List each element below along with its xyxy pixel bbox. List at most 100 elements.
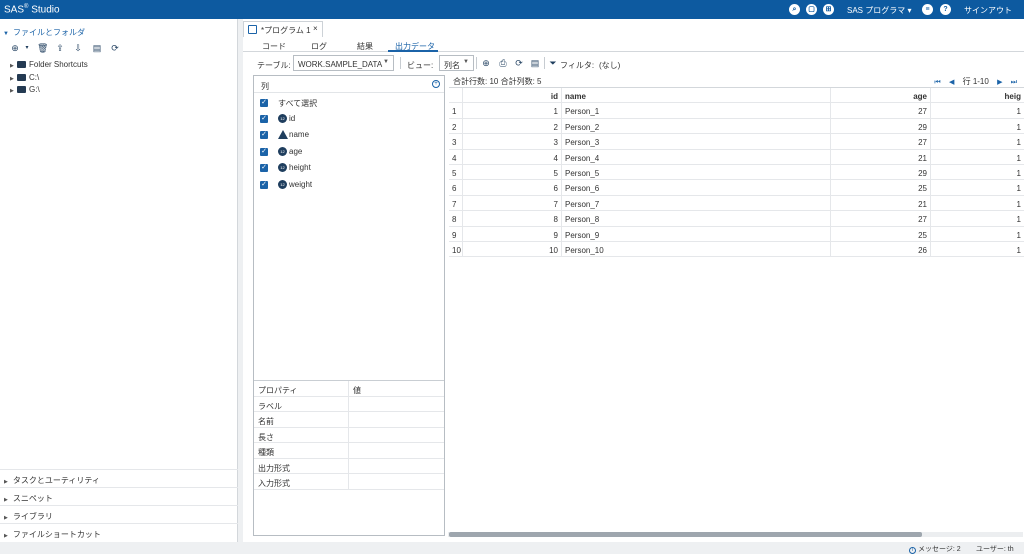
cell-id: 10 <box>463 241 562 257</box>
row-number: 1 <box>449 103 463 118</box>
checkbox-icon[interactable]: ✓ <box>260 181 268 189</box>
header-height[interactable]: heig <box>931 88 1024 102</box>
row-number: 10 <box>449 241 463 257</box>
filter-label: フィルタ: <box>560 61 595 70</box>
cell-id: 8 <box>463 211 562 226</box>
cell-id: 6 <box>463 180 562 195</box>
table-row[interactable]: 9 9 Person_9 25 1 <box>449 226 1024 242</box>
cell-age: 21 <box>831 195 931 211</box>
next-page-icon[interactable]: ▶ <box>997 78 1002 86</box>
active-tab-indicator <box>388 50 438 52</box>
checkbox-icon[interactable]: ✓ <box>260 148 268 156</box>
search-icon[interactable]: ⌕ <box>789 4 800 15</box>
header-age[interactable]: age <box>831 88 931 103</box>
cell-age: 27 <box>831 211 931 226</box>
table-row[interactable]: 2 2 Person_2 29 1 <box>449 118 1024 135</box>
close-icon[interactable]: × <box>313 24 318 33</box>
print-icon[interactable]: ⎙ <box>498 58 508 68</box>
cell-name: Person_6 <box>562 180 831 195</box>
grid-icon[interactable]: ▤ <box>530 58 540 68</box>
table-row[interactable]: 8 8 Person_8 27 1 <box>449 211 1024 227</box>
data-toolbar: テーブル: WORK.SAMPLE_DATA ▼ ビュー: 列名 ▼ ⊕ ⎙ ⟳ ▤… <box>243 55 1024 71</box>
download-icon[interactable]: ⇩ <box>73 43 83 53</box>
section-file-shortcuts[interactable]: ▶ ファイルショートカット <box>0 523 238 541</box>
section-tasks[interactable]: ▶ タスクとユーティリティ <box>0 469 238 487</box>
help-icon[interactable]: ? <box>940 4 951 15</box>
files-folders-section[interactable]: ▼ ファイルとフォルダ <box>3 27 85 38</box>
tab-log[interactable]: ログ <box>311 41 327 52</box>
property-row: 長さ <box>254 427 444 443</box>
cell-height: 1 <box>1016 107 1021 117</box>
tab-program-1[interactable]: *プログラム 1 × <box>243 21 323 37</box>
refresh-icon[interactable]: ⟳ <box>110 43 120 53</box>
tab-results[interactable]: 結果 <box>357 41 373 52</box>
new-window-icon[interactable]: ▢ <box>806 4 817 15</box>
section-libraries[interactable]: ▶ ライブラリ <box>0 505 238 523</box>
cell-height: 1 <box>1016 184 1021 194</box>
cell-height: 1 <box>1016 230 1021 240</box>
cell-name: Person_10 <box>562 241 831 257</box>
prev-page-icon[interactable]: ◀ <box>949 78 954 86</box>
tab-code[interactable]: コード <box>262 41 286 52</box>
section-snippets[interactable]: ▶ スニペット <box>0 487 238 505</box>
list-menu-icon[interactable]: ≡ <box>922 4 933 15</box>
tree-item-c-drive[interactable]: ▶ C:\ <box>10 73 39 82</box>
drive-icon <box>17 86 26 93</box>
columns-panel: 列 + ✓ すべて選択 ✓ 12 id ✓ name ✓ 12 age ✓ 12 height … <box>253 75 445 536</box>
upload-icon[interactable]: ⇪ <box>55 43 65 53</box>
checkbox-icon[interactable]: ✓ <box>260 99 268 107</box>
view-label: ビュー: <box>407 61 434 70</box>
tree-item-g-drive[interactable]: ▶ G:\ <box>10 85 40 94</box>
last-page-icon[interactable]: ⏭ <box>1011 79 1017 87</box>
character-type-icon <box>278 130 288 139</box>
property-row: 名前 <box>254 412 444 428</box>
table-row[interactable]: 6 6 Person_6 25 1 <box>449 180 1024 196</box>
drive-icon <box>17 74 26 81</box>
new-item-icon[interactable]: ⊕ <box>10 43 20 53</box>
checkbox-icon[interactable]: ✓ <box>260 131 268 139</box>
property-row: 出力形式 <box>254 458 444 474</box>
header-name[interactable]: name <box>562 88 831 103</box>
signout-link[interactable]: サインアウト <box>964 5 1012 16</box>
table-row[interactable]: 7 7 Person_7 21 1 <box>449 195 1024 212</box>
cell-age: 26 <box>831 241 931 257</box>
table-row[interactable]: 4 4 Person_4 21 1 <box>449 149 1024 165</box>
properties-icon[interactable]: ▤ <box>92 43 102 53</box>
header-id[interactable]: id <box>463 88 562 103</box>
numeric-type-icon: 12 <box>278 147 287 156</box>
view-select[interactable]: 列名 ▼ <box>439 55 474 71</box>
filter-icon[interactable]: ⏷ <box>548 58 558 68</box>
cell-name: Person_2 <box>562 118 831 134</box>
table-row[interactable]: 5 5 Person_5 29 1 <box>449 164 1024 181</box>
scrollbar-thumb[interactable] <box>449 532 922 537</box>
add-icon[interactable]: + <box>432 80 440 88</box>
tree-item-folder-shortcuts[interactable]: ▶ Folder Shortcuts <box>10 60 88 69</box>
dropdown-icon[interactable]: ▾ <box>22 43 32 53</box>
horizontal-scrollbar[interactable] <box>448 532 1023 537</box>
delete-icon[interactable]: 🗑 <box>37 43 48 53</box>
apps-grid-icon[interactable]: ⊞ <box>823 4 834 15</box>
row-range: 行 1-10 <box>962 77 989 86</box>
cell-age: 25 <box>831 226 931 241</box>
table-row[interactable]: 1 1 Person_1 27 1 <box>449 103 1024 119</box>
add-column-icon[interactable]: ⊕ <box>481 58 491 68</box>
property-row: ラベル <box>254 396 444 412</box>
filter-value: (なし) <box>599 61 621 70</box>
table-row[interactable]: 3 3 Person_3 27 1 <box>449 134 1024 150</box>
property-row: 種類 <box>254 443 444 459</box>
checkbox-icon[interactable]: ✓ <box>260 164 268 172</box>
cell-height: 1 <box>1016 153 1021 163</box>
row-number: 7 <box>449 195 463 211</box>
row-column-count: 合計行数: 10 合計列数: 5 <box>453 77 542 86</box>
subtabs: コード ログ 結果 出力データ <box>243 38 1024 52</box>
table-row[interactable]: 10 10 Person_10 26 1 <box>449 241 1024 258</box>
program-menu[interactable]: SAS プログラマ ▾ <box>847 5 911 16</box>
refresh-icon[interactable]: ⟳ <box>514 58 524 68</box>
cell-age: 25 <box>831 180 931 195</box>
checkbox-icon[interactable]: ✓ <box>260 115 268 123</box>
messages-indicator[interactable]: i メッセージ: 2 <box>909 544 961 554</box>
table-select[interactable]: WORK.SAMPLE_DATA ▼ <box>293 55 394 71</box>
property-row: 入力形式 <box>254 474 444 490</box>
first-page-icon[interactable]: ⏮ <box>934 79 940 87</box>
table-header-row: id name age heig <box>449 88 1024 104</box>
